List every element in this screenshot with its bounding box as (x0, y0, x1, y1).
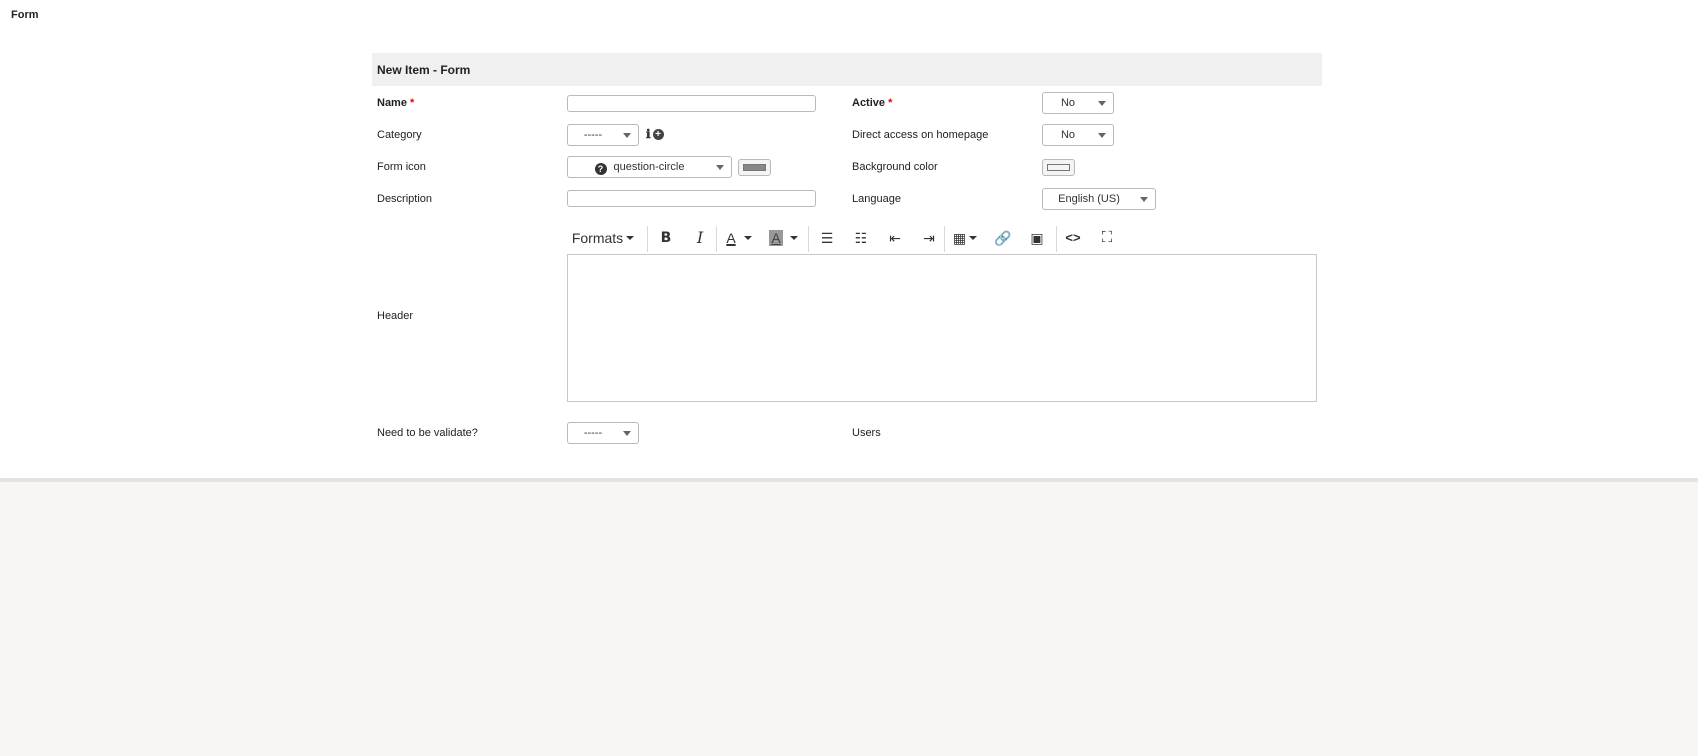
chevron-down-icon (626, 236, 635, 240)
chevron-down-icon (716, 165, 724, 170)
description-input[interactable] (567, 190, 816, 207)
question-circle-icon: ? (594, 163, 607, 175)
chevron-down-icon (1098, 133, 1106, 138)
toolbar-divider (1056, 226, 1057, 252)
editor-toolbar: Formats B I A A ☰ ☷ ⇤ ⇥ ▦ 🔗 ▣ <> ⛶ (567, 224, 1317, 252)
direct-access-label: Direct access on homepage (852, 129, 989, 141)
toolbar-divider (944, 226, 945, 252)
name-label: Name * (377, 97, 415, 109)
chevron-down-icon (969, 236, 978, 240)
category-select[interactable]: ----- (567, 124, 639, 146)
bullet-list-icon[interactable]: ☰ (812, 224, 842, 252)
background-color-label: Background color (852, 161, 938, 173)
background-color-picker[interactable] (1042, 159, 1075, 176)
need-validate-label: Need to be validate? (377, 427, 478, 439)
page-title: Form (11, 9, 39, 21)
required-marker: * (888, 97, 893, 109)
header-label: Header (377, 310, 414, 322)
form-icon-color-picker[interactable] (738, 159, 771, 176)
italic-icon[interactable]: I (685, 224, 715, 252)
table-icon[interactable]: ▦ (948, 224, 982, 252)
description-label: Description (377, 193, 433, 205)
fullscreen-icon[interactable]: ⛶ (1092, 224, 1122, 252)
image-icon[interactable]: ▣ (1022, 224, 1052, 252)
chevron-down-icon (790, 236, 798, 240)
active-select[interactable]: No (1042, 92, 1114, 114)
name-input[interactable] (567, 95, 816, 112)
main-content: Form New Item - Form Name * Active * No … (0, 0, 1698, 482)
form-icon-label: Form icon (377, 161, 426, 173)
indent-icon[interactable]: ⇥ (914, 224, 944, 252)
formats-dropdown[interactable]: Formats (567, 224, 639, 252)
toolbar-divider (808, 226, 809, 252)
text-color-icon[interactable]: A (719, 224, 743, 252)
panel-header: New Item - Form (372, 53, 1322, 86)
background-color-dropdown[interactable] (787, 224, 801, 252)
language-label: Language (852, 193, 901, 205)
toolbar-divider (647, 226, 648, 252)
text-color-dropdown[interactable] (741, 224, 755, 252)
chevron-down-icon (623, 133, 631, 138)
category-actions: ℹ + (646, 127, 664, 141)
language-select[interactable]: English (US) (1042, 188, 1156, 210)
panel-title: New Item - Form (377, 63, 471, 77)
chevron-down-icon (1140, 197, 1148, 202)
link-icon[interactable]: 🔗 (988, 224, 1018, 252)
chevron-down-icon (1098, 101, 1106, 106)
form-icon-select[interactable]: ? question-circle (567, 156, 732, 178)
bold-icon[interactable]: B (651, 224, 681, 252)
category-label: Category (377, 129, 422, 141)
chevron-down-icon (623, 431, 631, 436)
need-validate-select[interactable]: ----- (567, 422, 639, 444)
background-color-icon[interactable]: A (763, 224, 789, 252)
color-swatch (743, 164, 766, 171)
chevron-down-icon (744, 236, 752, 240)
direct-access-select[interactable]: No (1042, 124, 1114, 146)
active-label: Active * (852, 97, 893, 109)
info-icon[interactable]: ℹ (646, 127, 651, 141)
color-swatch (1047, 164, 1070, 171)
users-label: Users (852, 427, 881, 439)
required-marker: * (410, 97, 415, 109)
numbered-list-icon[interactable]: ☷ (846, 224, 876, 252)
add-circle-icon[interactable]: + (652, 129, 664, 140)
source-code-icon[interactable]: <> (1058, 224, 1088, 252)
outdent-icon[interactable]: ⇤ (880, 224, 910, 252)
header-editor[interactable] (567, 254, 1317, 402)
toolbar-divider (716, 226, 717, 252)
